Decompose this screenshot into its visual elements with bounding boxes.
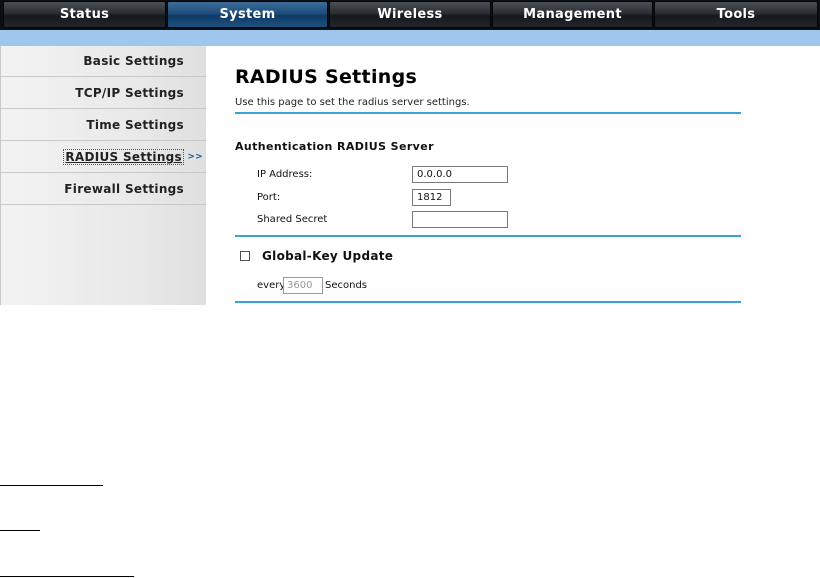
tab-management[interactable]: Management <box>492 1 653 28</box>
sidebar-item-tcpip-settings[interactable]: TCP/IP Settings <box>1 78 207 109</box>
shared-secret-label: Shared Secret <box>257 214 328 225</box>
global-key-update-label: Global-Key Update <box>262 249 394 263</box>
ip-address-label: IP Address: <box>257 169 313 180</box>
page-description: Use this page to set the radius server s… <box>235 97 470 108</box>
shared-secret-input[interactable] <box>412 211 508 228</box>
sub-header-bar <box>0 30 820 46</box>
sidebar: Basic Settings TCP/IP Settings Time Sett… <box>0 46 207 305</box>
port-label: Port: <box>257 192 281 203</box>
divider <box>235 301 741 303</box>
tab-status[interactable]: Status <box>3 1 166 28</box>
sidebar-item-radius-settings[interactable]: RADIUS Settings >> <box>1 142 207 173</box>
seconds-label: Seconds <box>325 280 368 291</box>
key-update-interval-input[interactable] <box>283 277 323 294</box>
tab-tools[interactable]: Tools <box>654 1 818 28</box>
auth-server-heading: Authentication RADIUS Server <box>235 140 434 153</box>
current-marker-icon: >> <box>187 152 203 162</box>
underline-placeholder <box>0 576 134 577</box>
sidebar-item-label: RADIUS Settings <box>63 149 184 165</box>
divider <box>235 112 741 114</box>
port-input[interactable] <box>412 189 451 206</box>
top-navigation: Status System Wireless Management Tools <box>0 0 820 30</box>
underline-placeholder <box>0 530 40 531</box>
every-label: every <box>257 280 286 291</box>
global-key-update-checkbox[interactable] <box>240 251 250 261</box>
sidebar-item-label: Time Settings <box>86 118 184 132</box>
tab-system[interactable]: System <box>167 1 328 28</box>
ip-address-input[interactable] <box>412 166 508 183</box>
sidebar-item-time-settings[interactable]: Time Settings <box>1 110 207 141</box>
tab-wireless[interactable]: Wireless <box>329 1 491 28</box>
sidebar-item-label: Basic Settings <box>83 54 184 68</box>
sidebar-item-firewall-settings[interactable]: Firewall Settings <box>1 174 207 205</box>
sidebar-item-label: TCP/IP Settings <box>75 86 184 100</box>
divider <box>235 235 741 237</box>
sidebar-item-label: Firewall Settings <box>64 182 184 196</box>
page-title: RADIUS Settings <box>235 66 418 88</box>
underline-placeholder <box>0 485 103 486</box>
main-content: RADIUS Settings Use this page to set the… <box>206 46 820 305</box>
sidebar-item-basic-settings[interactable]: Basic Settings <box>1 46 207 77</box>
